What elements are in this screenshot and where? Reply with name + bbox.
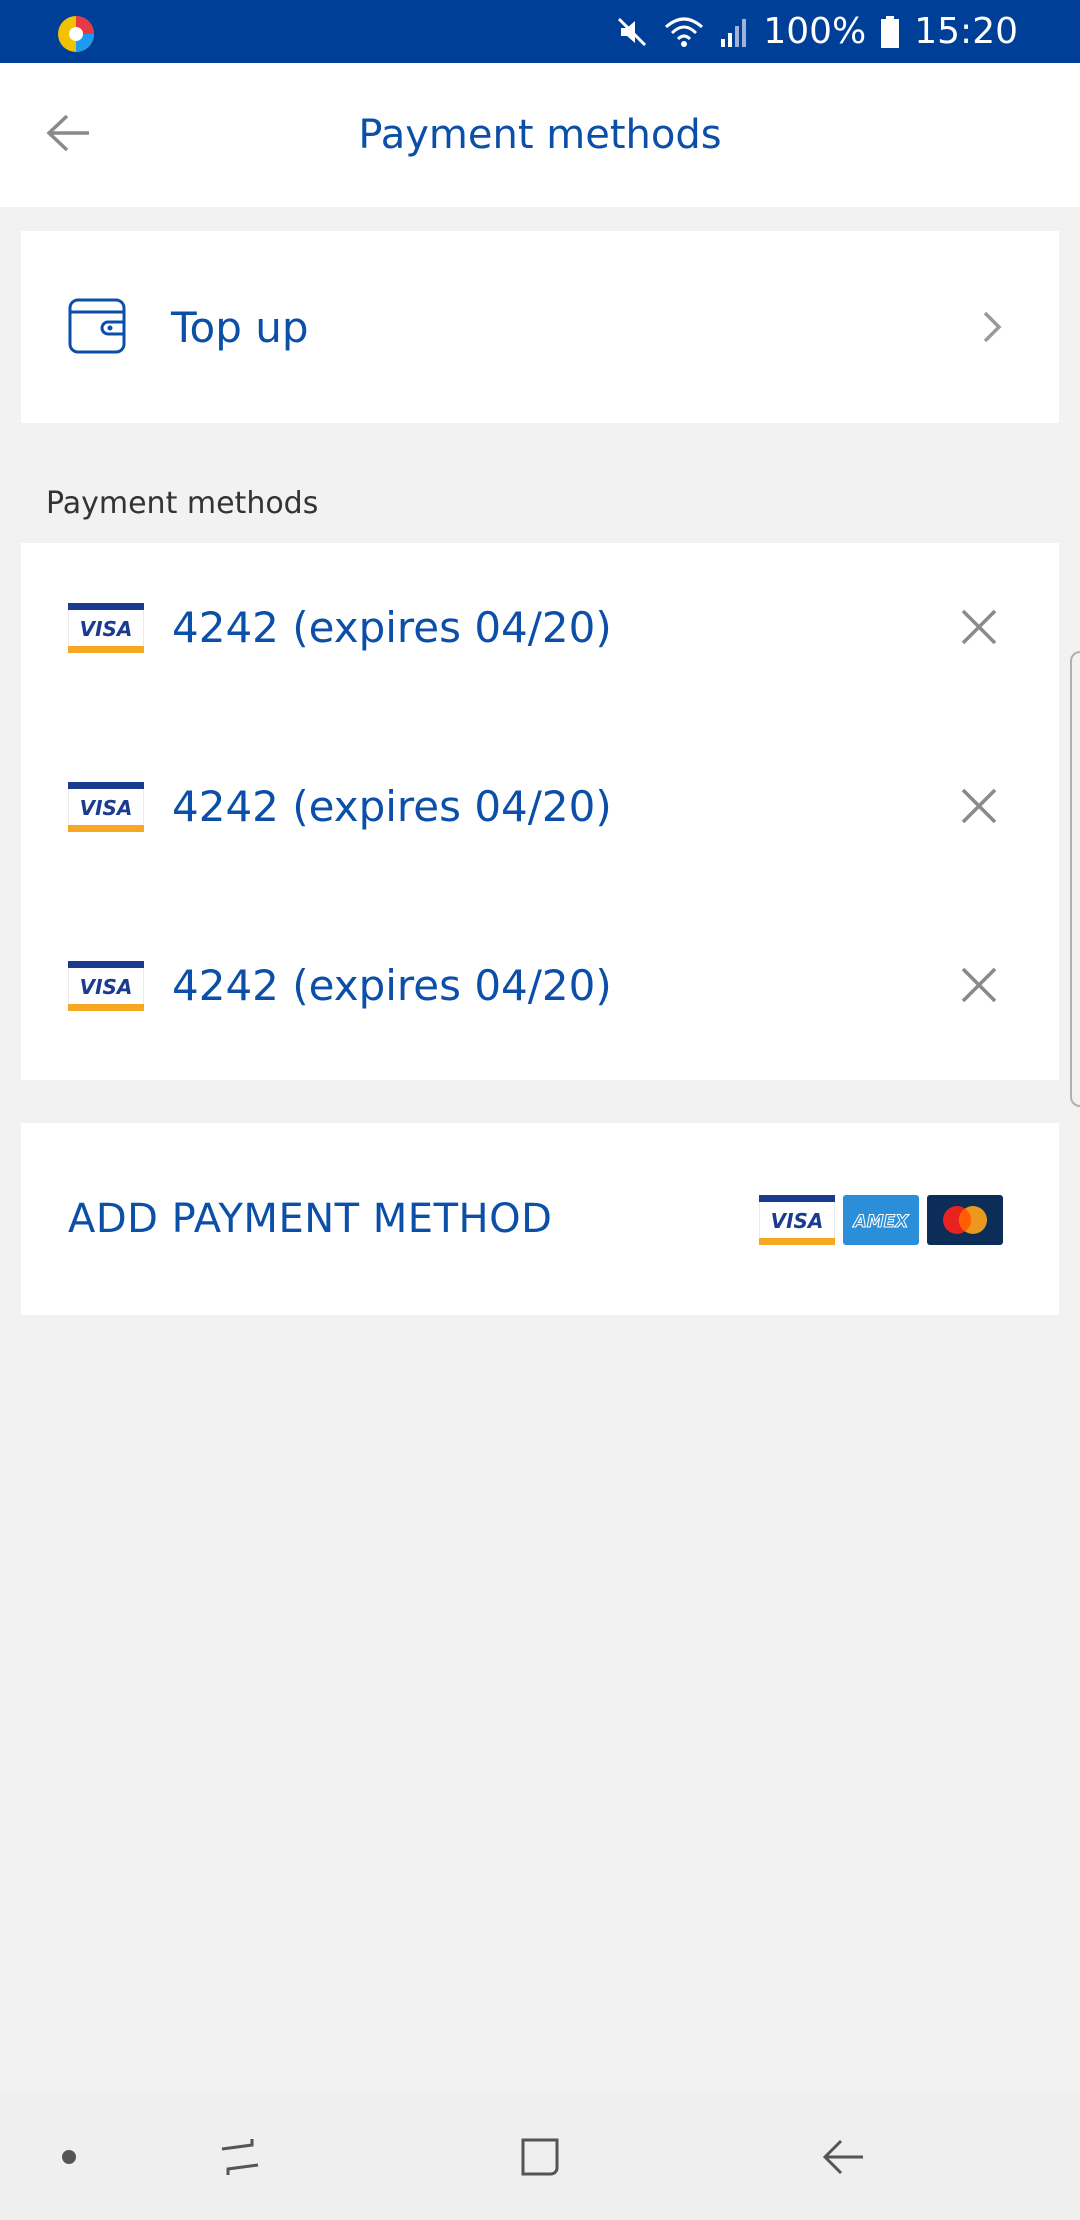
scroll-handle[interactable] <box>1070 651 1080 1107</box>
amex-icon: AMEX <box>843 1195 919 1245</box>
card-brand-logos: VISA AMEX <box>758 1194 1003 1246</box>
app-logo-icon <box>56 14 96 54</box>
close-icon[interactable] <box>951 957 1007 1013</box>
back-icon[interactable] <box>814 2093 874 2220</box>
visa-icon: VISA <box>67 781 145 833</box>
card-label: 4242 (expires 04/20) <box>172 603 612 652</box>
status-indicators: 100% 15:20 <box>615 0 1018 63</box>
close-icon[interactable] <box>951 599 1007 655</box>
svg-text:VISA: VISA <box>771 1209 824 1233</box>
signal-icon <box>719 15 749 49</box>
svg-text:AMEX: AMEX <box>852 1212 910 1232</box>
svg-text:VISA: VISA <box>80 975 133 999</box>
visa-icon: VISA <box>67 602 145 654</box>
mute-icon <box>615 15 649 49</box>
close-icon[interactable] <box>951 778 1007 834</box>
app-bar: Payment methods <box>0 63 1080 207</box>
section-label: Payment methods <box>46 486 319 521</box>
payment-methods-list: VISA 4242 (expires 04/20) VISA 4242 (exp… <box>21 543 1059 1080</box>
home-icon[interactable] <box>510 2093 570 2220</box>
card-label: 4242 (expires 04/20) <box>172 782 612 831</box>
status-bar: 100% 15:20 <box>0 0 1080 63</box>
clock: 15:20 <box>914 11 1018 52</box>
dot-icon[interactable] <box>46 2093 92 2220</box>
svg-text:VISA: VISA <box>80 617 133 641</box>
wifi-icon <box>663 15 705 49</box>
list-item: VISA 4242 (expires 04/20) <box>21 543 1059 722</box>
wallet-icon <box>67 296 127 356</box>
top-up-button[interactable]: Top up <box>21 231 1059 423</box>
visa-icon: VISA <box>67 960 145 1012</box>
battery-percent: 100% <box>763 11 867 52</box>
add-payment-method-button[interactable]: ADD PAYMENT METHOD VISA AMEX <box>21 1123 1059 1315</box>
chevron-right-icon <box>977 305 1007 349</box>
page-title: Payment methods <box>358 112 722 158</box>
recent-apps-icon[interactable] <box>210 2093 270 2220</box>
svg-text:VISA: VISA <box>80 796 133 820</box>
add-payment-method-label: ADD PAYMENT METHOD <box>68 1196 553 1242</box>
battery-icon <box>880 15 900 49</box>
mastercard-icon <box>927 1195 1003 1245</box>
card-label: 4242 (expires 04/20) <box>172 961 612 1010</box>
list-item: VISA 4242 (expires 04/20) <box>21 722 1059 901</box>
top-up-label: Top up <box>171 302 309 352</box>
navigation-bar <box>0 2093 1080 2220</box>
list-item: VISA 4242 (expires 04/20) <box>21 901 1059 1080</box>
visa-icon: VISA <box>758 1194 836 1246</box>
